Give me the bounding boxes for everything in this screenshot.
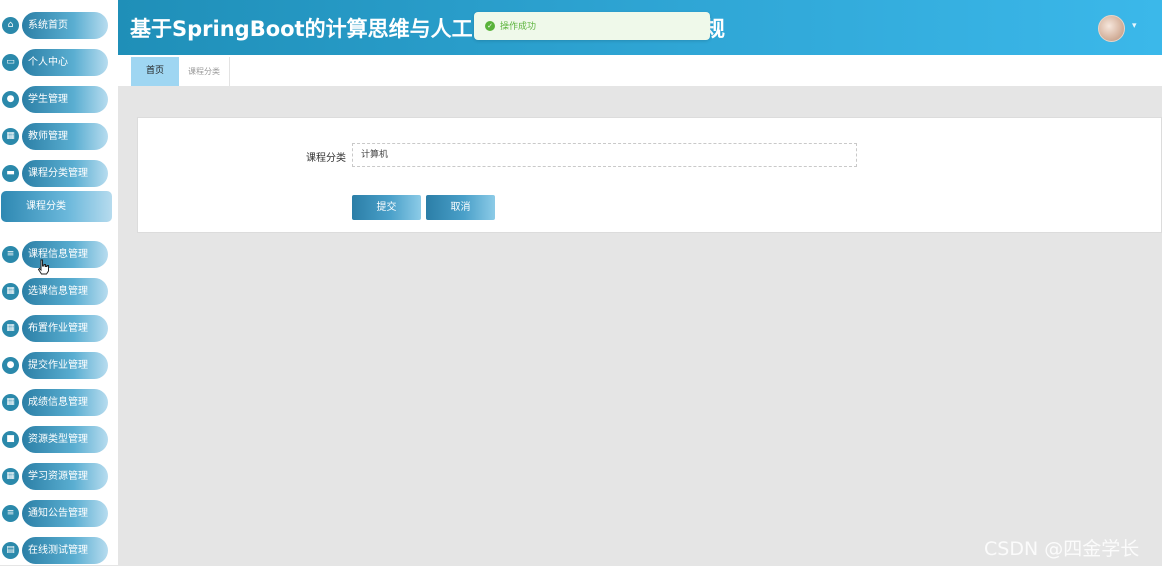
- grid-icon: ▦: [2, 283, 19, 300]
- list-icon: ≡: [2, 246, 19, 263]
- sidebar-item-grades[interactable]: ▦ 成绩信息管理: [0, 388, 118, 418]
- grid-icon: ▦: [2, 320, 19, 337]
- sidebar-item-label: 学习资源管理: [22, 463, 108, 490]
- sidebar-item-students[interactable]: ● 学生管理: [0, 85, 118, 115]
- success-toast: ✓ 操作成功: [474, 12, 710, 40]
- submit-button[interactable]: 提交: [352, 195, 421, 220]
- top-header: 基于SpringBoot的计算思维与人工 规 ✓ 操作成功 ▾: [118, 0, 1162, 55]
- sidebar-item-label: 通知公告管理: [22, 500, 108, 527]
- home-icon: ⌂: [2, 17, 19, 34]
- sidebar-item-label: 课程分类管理: [22, 160, 108, 187]
- sidebar-item-label: 选课信息管理: [22, 278, 108, 305]
- sidebar: ⌂ 系统首页 ▭ 个人中心 ● 学生管理 ▦ 教师管理 ▬ 课程分类管理 课程分…: [0, 0, 118, 565]
- sidebar-item-teachers[interactable]: ▦ 教师管理: [0, 122, 118, 152]
- tab-home[interactable]: 首页: [131, 57, 179, 86]
- sidebar-item-label: 课程信息管理: [22, 241, 108, 268]
- sidebar-item-assign-homework[interactable]: ▦ 布置作业管理: [0, 314, 118, 344]
- sidebar-item-learning-resources[interactable]: ▦ 学习资源管理: [0, 462, 118, 492]
- grid-icon: ▦: [2, 468, 19, 485]
- doc-icon: ▤: [2, 542, 19, 559]
- sidebar-subitem-course-category[interactable]: 课程分类: [1, 191, 112, 222]
- sidebar-item-label: 系统首页: [22, 12, 108, 39]
- hand-cursor-icon: [37, 259, 49, 275]
- card-icon: ▭: [2, 54, 19, 71]
- sidebar-item-home[interactable]: ⌂ 系统首页: [0, 11, 118, 41]
- ticket-icon: ▬: [2, 165, 19, 182]
- grid-icon: ▦: [2, 128, 19, 145]
- user-icon: ●: [2, 91, 19, 108]
- sidebar-item-profile[interactable]: ▭ 个人中心: [0, 48, 118, 78]
- sidebar-item-course-selection[interactable]: ▦ 选课信息管理: [0, 277, 118, 307]
- watermark: CSDN @四金学长: [984, 538, 1140, 560]
- sidebar-item-course-category[interactable]: ▬ 课程分类管理: [0, 159, 118, 189]
- sidebar-item-submit-homework[interactable]: ● 提交作业管理: [0, 351, 118, 381]
- sidebar-item-label: 教师管理: [22, 123, 108, 150]
- cancel-button[interactable]: 取消: [426, 195, 495, 220]
- sidebar-item-notices[interactable]: ≡ 通知公告管理: [0, 499, 118, 529]
- avatar[interactable]: [1098, 15, 1125, 42]
- course-category-label: 课程分类: [306, 153, 346, 164]
- tab-bar: 首页 课程分类: [118, 55, 1162, 86]
- sidebar-item-label: 成绩信息管理: [22, 389, 108, 416]
- sidebar-item-online-tests[interactable]: ▤ 在线测试管理: [0, 536, 118, 566]
- sidebar-item-resource-types[interactable]: ■ 资源类型管理: [0, 425, 118, 455]
- sidebar-item-label: 资源类型管理: [22, 426, 108, 453]
- tab-course-category[interactable]: 课程分类: [179, 57, 230, 86]
- briefcase-icon: ■: [2, 431, 19, 448]
- sidebar-item-label: 布置作业管理: [22, 315, 108, 342]
- sidebar-item-label: 学生管理: [22, 86, 108, 113]
- sidebar-item-course-info[interactable]: ≡ 课程信息管理: [0, 240, 118, 270]
- course-category-input[interactable]: 计算机: [352, 143, 857, 167]
- user-icon: ●: [2, 357, 19, 374]
- check-circle-icon: ✓: [485, 21, 495, 31]
- grid-icon: ▦: [2, 394, 19, 411]
- sidebar-item-label: 个人中心: [22, 49, 108, 76]
- app-title: 基于SpringBoot的计算思维与人工: [130, 17, 473, 41]
- caret-down-icon[interactable]: ▾: [1132, 21, 1137, 31]
- list-icon: ≡: [2, 505, 19, 522]
- toast-message: 操作成功: [500, 22, 537, 32]
- form-panel: 课程分类 计算机 提交 取消: [137, 117, 1162, 233]
- sidebar-item-label: 提交作业管理: [22, 352, 108, 379]
- sidebar-item-label: 在线测试管理: [22, 537, 108, 564]
